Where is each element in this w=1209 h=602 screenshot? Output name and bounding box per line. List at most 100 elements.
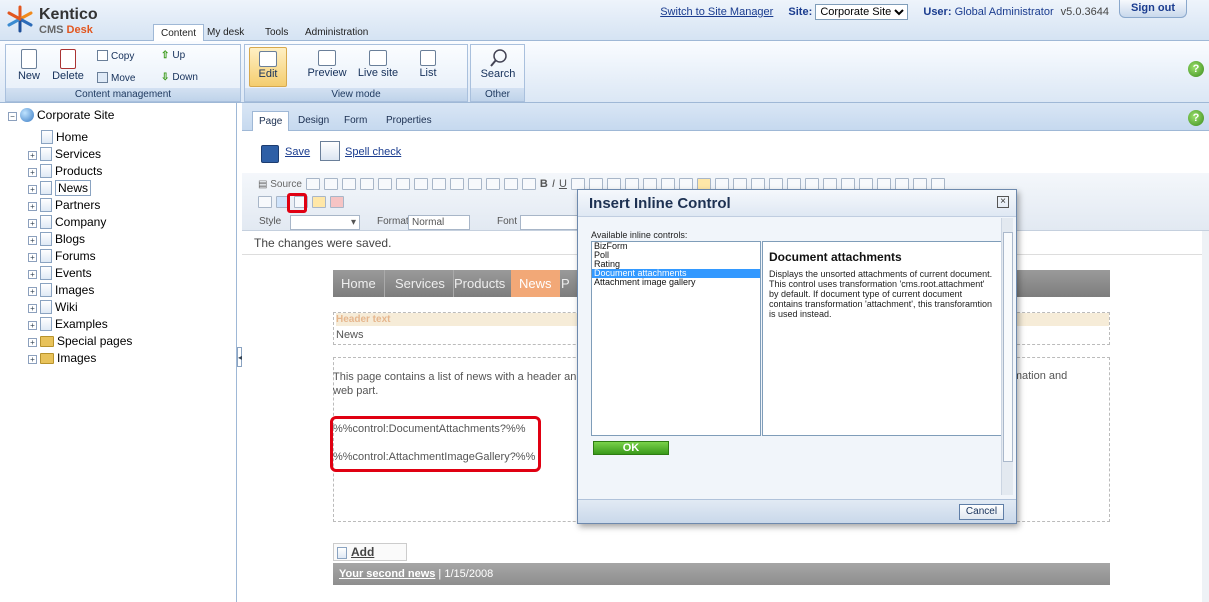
close-icon[interactable]: ×: [997, 196, 1009, 208]
ok-button[interactable]: OK: [593, 441, 669, 455]
scrollbar-thumb[interactable]: [1003, 232, 1013, 462]
tree-item-home[interactable]: Home: [41, 129, 88, 145]
preview-button[interactable]: Preview: [305, 50, 349, 79]
expand-icon[interactable]: +: [28, 151, 37, 160]
remove-format-icon[interactable]: [521, 178, 536, 190]
paste-word-icon[interactable]: [395, 178, 410, 190]
tab-properties[interactable]: Properties: [380, 111, 438, 131]
tab-page[interactable]: Page: [252, 111, 290, 131]
format-select[interactable]: Normal: [408, 215, 470, 230]
control-item-bizform[interactable]: BizForm: [592, 242, 760, 251]
tab-my-desk[interactable]: My desk: [200, 24, 251, 41]
copy-button[interactable]: Copy: [97, 50, 134, 62]
tree-item-events[interactable]: + Events: [28, 265, 92, 281]
cut-icon[interactable]: [323, 178, 338, 190]
control-item-attachment-image-gallery[interactable]: Attachment image gallery: [592, 278, 760, 287]
expand-icon[interactable]: +: [28, 287, 37, 296]
dialog-title: Insert Inline Control: [589, 195, 731, 212]
sign-out-button[interactable]: Sign out: [1119, 0, 1187, 18]
tree-item-forums[interactable]: + Forums: [28, 248, 96, 264]
tree-item-company[interactable]: + Company: [28, 214, 106, 230]
paste-icon[interactable]: [359, 178, 374, 190]
spell-check-link[interactable]: Spell check: [345, 146, 401, 158]
kentico-logo-icon: [7, 5, 33, 33]
source-button[interactable]: ▤ Source: [258, 179, 302, 190]
dialog-scrollbar[interactable]: [1001, 218, 1013, 495]
tree-item-images[interactable]: + Images: [28, 282, 94, 298]
help-icon[interactable]: ?: [1188, 61, 1204, 77]
print-icon[interactable]: [413, 178, 428, 190]
expand-icon[interactable]: +: [28, 338, 37, 347]
down-button[interactable]: ⇩ Down: [161, 72, 198, 83]
tree-item-examples[interactable]: + Examples: [28, 316, 108, 332]
expand-icon[interactable]: +: [28, 202, 37, 211]
tab-content[interactable]: Content: [153, 24, 205, 41]
tree-item-services[interactable]: + Services: [28, 146, 101, 162]
news-title-link[interactable]: Your second news: [339, 568, 435, 580]
expand-icon[interactable]: +: [28, 270, 37, 279]
tree-item-wiki[interactable]: + Wiki: [28, 299, 78, 315]
preview-doc-icon[interactable]: [305, 178, 320, 190]
live-site-button[interactable]: Live site: [355, 50, 401, 79]
expand-icon[interactable]: +: [28, 321, 37, 330]
expand-icon[interactable]: +: [28, 185, 37, 194]
kentico-logo[interactable]: Kentico CMS Desk: [6, 3, 156, 37]
italic-icon[interactable]: I: [552, 178, 555, 190]
tab-form[interactable]: Form: [338, 111, 373, 131]
help-icon[interactable]: ?: [1188, 110, 1204, 126]
tree-item-images-folder[interactable]: + Images: [28, 350, 96, 366]
search-button[interactable]: Search: [475, 48, 521, 80]
style-select[interactable]: ▾: [290, 215, 360, 230]
copy-icon[interactable]: [341, 178, 356, 190]
site-select[interactable]: Corporate Site: [815, 4, 909, 20]
tree-item-news[interactable]: + News: [28, 180, 92, 196]
expand-icon[interactable]: +: [28, 304, 37, 313]
font-select[interactable]: [520, 215, 580, 230]
switch-to-site-manager-link[interactable]: Switch to Site Manager: [660, 6, 773, 18]
tree-item-partners[interactable]: + Partners: [28, 197, 100, 213]
menu-item-partners[interactable]: P: [553, 270, 578, 297]
up-button[interactable]: ⇧ Up: [161, 50, 185, 61]
tab-administration[interactable]: Administration: [298, 24, 375, 41]
inline-controls-list[interactable]: BizForm Poll Rating Document attachments…: [591, 241, 761, 436]
insert-poll-icon[interactable]: [312, 196, 326, 208]
save-link[interactable]: Save: [285, 146, 310, 158]
redo-icon[interactable]: [449, 178, 464, 190]
tree-root-corporate-site[interactable]: − Corporate Site: [8, 107, 114, 123]
underline-icon[interactable]: U: [559, 178, 567, 190]
select-all-icon[interactable]: [503, 178, 518, 190]
expand-icon[interactable]: +: [28, 355, 37, 364]
menu-item-services[interactable]: Services: [387, 270, 454, 297]
expand-icon[interactable]: +: [28, 236, 37, 245]
tab-design[interactable]: Design: [292, 111, 335, 131]
preview-scrollbar[interactable]: [1202, 231, 1209, 602]
edit-button[interactable]: Edit: [249, 47, 287, 87]
insert-widget-icon[interactable]: [258, 196, 272, 208]
find-icon[interactable]: [467, 178, 482, 190]
tree-item-products[interactable]: + Products: [28, 163, 102, 179]
expand-icon[interactable]: +: [28, 168, 37, 177]
list-button[interactable]: List: [413, 50, 443, 79]
add-news-button[interactable]: Add news: [333, 543, 407, 576]
tree-item-blogs[interactable]: + Blogs: [28, 231, 85, 247]
expand-icon[interactable]: +: [28, 253, 37, 262]
replace-icon[interactable]: [485, 178, 500, 190]
menu-item-home[interactable]: Home: [333, 270, 385, 297]
collapse-icon[interactable]: −: [8, 112, 17, 121]
delete-button[interactable]: Delete: [48, 49, 88, 82]
bold-icon[interactable]: B: [540, 178, 548, 190]
dialog-title-bar[interactable]: Insert Inline Control ×: [578, 190, 1016, 217]
insert-youtube-icon[interactable]: [330, 196, 344, 208]
new-button[interactable]: New: [14, 49, 44, 82]
cancel-button[interactable]: Cancel: [959, 504, 1004, 520]
tree-item-special-pages[interactable]: + Special pages: [28, 333, 132, 349]
save-icon[interactable]: [261, 145, 279, 163]
move-icon: [97, 72, 108, 83]
menu-item-products[interactable]: Products: [446, 270, 515, 297]
expand-icon[interactable]: +: [28, 219, 37, 228]
tab-tools[interactable]: Tools: [258, 24, 295, 41]
paste-text-icon[interactable]: [377, 178, 392, 190]
spell-check-icon[interactable]: [320, 141, 340, 161]
undo-icon[interactable]: [431, 178, 446, 190]
move-button[interactable]: Move: [97, 72, 135, 84]
